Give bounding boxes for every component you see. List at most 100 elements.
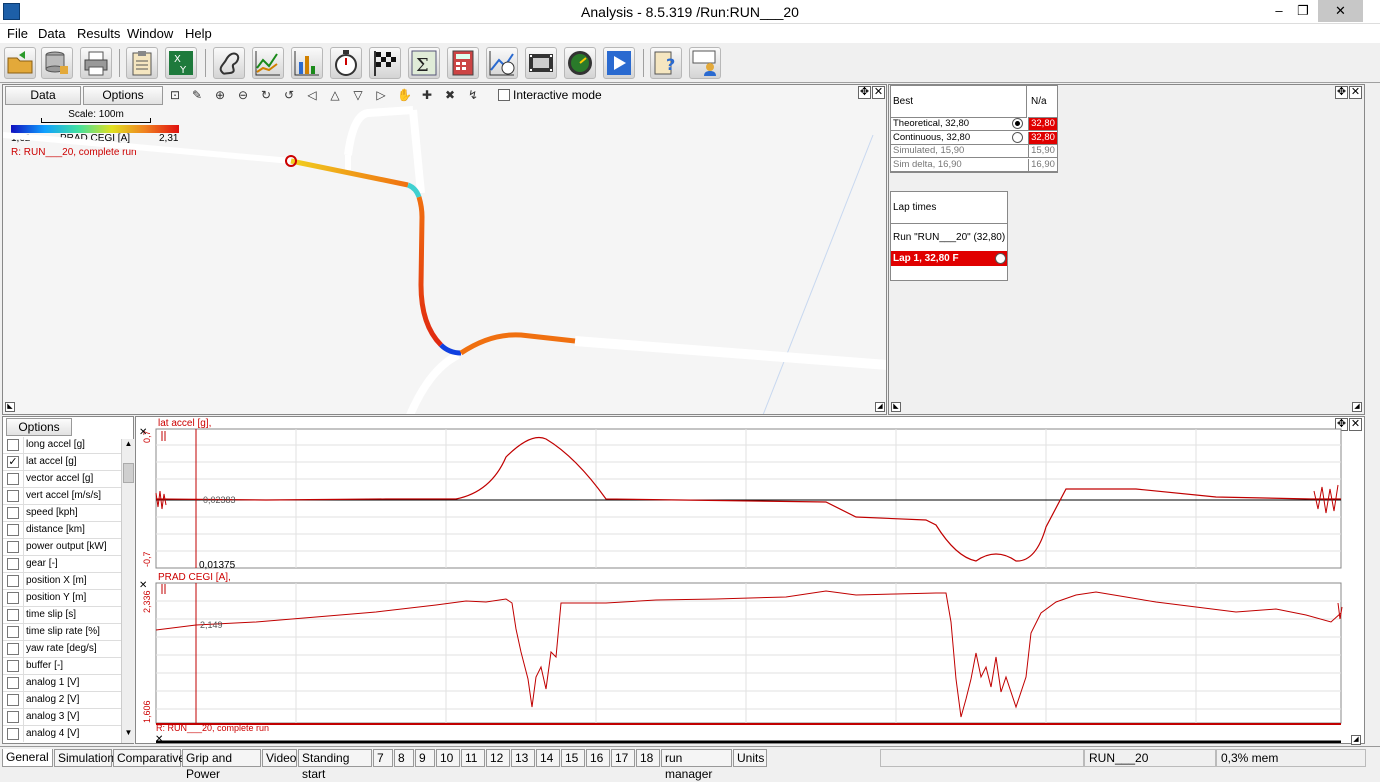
play-icon[interactable]	[603, 47, 635, 79]
tab-grip-and-power[interactable]: Grip and Power	[182, 749, 261, 781]
calculator-icon[interactable]	[447, 47, 479, 79]
signal-checkbox[interactable]	[7, 541, 19, 553]
signal-item[interactable]: speed [kph]	[3, 505, 121, 522]
graph-pane[interactable]: ✥ ✕ lat accel [g], PRAD CEGI [A], 0,7 -0…	[135, 416, 1365, 745]
signal-checkbox[interactable]	[7, 592, 19, 604]
signal-item[interactable]: time slip rate [%]	[3, 624, 121, 641]
signal-item[interactable]: ✓ lat accel [g]	[3, 454, 121, 471]
signal-checkbox[interactable]	[7, 558, 19, 570]
graph1-close-icon[interactable]: ✕	[139, 427, 147, 438]
signal-checkbox[interactable]	[7, 660, 19, 672]
chat-user-icon[interactable]	[689, 47, 721, 79]
signal-checkbox[interactable]	[7, 643, 19, 655]
tab-16[interactable]: 16	[586, 749, 610, 767]
signal-checkbox[interactable]	[7, 609, 19, 621]
tab-18[interactable]: 18	[636, 749, 660, 767]
signal-checkbox[interactable]	[7, 507, 19, 519]
signal-item[interactable]: analog 3 [V]	[3, 709, 121, 726]
tab-standing-start[interactable]: Standing start	[298, 749, 372, 781]
track-map-icon[interactable]	[213, 47, 245, 79]
scroll-down-icon[interactable]: ▼	[123, 728, 134, 742]
best-row[interactable]: Simulated, 15,90 15,90	[891, 145, 1057, 158]
graph2-close-icon[interactable]: ✕	[139, 580, 147, 591]
signal-checkbox[interactable]	[7, 677, 19, 689]
tab-8[interactable]: 8	[394, 749, 414, 767]
signal-item[interactable]: vert accel [m/s/s]	[3, 488, 121, 505]
database-icon[interactable]	[41, 47, 73, 79]
signal-checkbox[interactable]	[7, 711, 19, 723]
stopwatch-icon[interactable]	[330, 47, 362, 79]
move-pane-icon[interactable]: ✥	[1335, 86, 1348, 99]
maximize-button[interactable]: ❐	[1292, 0, 1314, 22]
signal-item[interactable]: analog 2 [V]	[3, 692, 121, 709]
menu-data[interactable]: Data	[38, 26, 65, 41]
resize-corner-icon[interactable]: ◣	[891, 402, 901, 412]
graph-axis-close-icon[interactable]: ✕	[155, 734, 163, 745]
track-map[interactable]	[3, 85, 886, 414]
tab-simulation[interactable]: Simulation	[54, 749, 114, 767]
tab-11[interactable]: 11	[461, 749, 485, 767]
signal-checkbox[interactable]	[7, 439, 19, 451]
signal-item[interactable]: long accel [g]	[3, 437, 121, 454]
signal-checkbox[interactable]	[7, 524, 19, 536]
signal-item[interactable]: buffer [-]	[3, 658, 121, 675]
signal-checkbox[interactable]	[7, 575, 19, 587]
video-film-icon[interactable]	[525, 47, 557, 79]
resize-corner-icon[interactable]: ◢	[1352, 402, 1362, 412]
menu-results[interactable]: Results	[77, 26, 120, 41]
tab-video[interactable]: Video	[262, 749, 297, 767]
signal-checkbox[interactable]	[7, 694, 19, 706]
clipboard-icon[interactable]	[126, 47, 158, 79]
signal-item[interactable]: analog 1 [V]	[3, 675, 121, 692]
tab-9[interactable]: 9	[415, 749, 435, 767]
signal-item[interactable]: gear [-]	[3, 556, 121, 573]
tab-7[interactable]: 7	[373, 749, 393, 767]
bar-chart-icon[interactable]	[291, 47, 323, 79]
signal-scrollbar[interactable]: ▲ ▼	[121, 439, 134, 743]
speedometer-icon[interactable]	[564, 47, 596, 79]
resize-corner-icon[interactable]: ◣	[5, 402, 15, 412]
signal-checkbox[interactable]: ✓	[7, 456, 19, 468]
signal-item[interactable]: time slip [s]	[3, 607, 121, 624]
signal-checkbox[interactable]	[7, 490, 19, 502]
best-row[interactable]: Theoretical, 32,80 32,80	[891, 118, 1057, 131]
signal-item[interactable]: position Y [m]	[3, 590, 121, 607]
xy-export-icon[interactable]: XY	[165, 47, 197, 79]
tab-general[interactable]: General	[2, 749, 53, 767]
tab-run-manager[interactable]: run manager	[661, 749, 732, 781]
tab-17[interactable]: 17	[611, 749, 635, 767]
best-row[interactable]: Sim delta, 16,90 16,90	[891, 158, 1057, 172]
graph-clock-icon[interactable]	[486, 47, 518, 79]
tab-units[interactable]: Units	[733, 749, 767, 767]
best-row[interactable]: Continuous, 32,80 32,80	[891, 131, 1057, 145]
menu-file[interactable]: File	[7, 26, 28, 41]
tab-15[interactable]: 15	[561, 749, 585, 767]
lap-radio[interactable]	[995, 253, 1006, 264]
tab-10[interactable]: 10	[436, 749, 460, 767]
signal-item[interactable]: position X [m]	[3, 573, 121, 590]
scroll-up-icon[interactable]: ▲	[123, 439, 134, 453]
signals-options-button[interactable]: Options	[6, 418, 72, 436]
signal-item[interactable]: distance [km]	[3, 522, 121, 539]
best-row-radio[interactable]	[1012, 131, 1023, 143]
close-pane-icon[interactable]: ✕	[1349, 86, 1362, 99]
signal-item[interactable]: vector accel [g]	[3, 471, 121, 488]
help-icon[interactable]: ?	[650, 47, 682, 79]
open-icon[interactable]	[4, 47, 36, 79]
menu-window[interactable]: Window	[127, 26, 173, 41]
signal-item[interactable]: yaw rate [deg/s]	[3, 641, 121, 658]
signal-checkbox[interactable]	[7, 626, 19, 638]
scroll-thumb[interactable]	[123, 463, 134, 483]
signal-checkbox[interactable]	[7, 473, 19, 485]
signal-item[interactable]: power output [kW]	[3, 539, 121, 556]
minimize-button[interactable]: –	[1268, 0, 1290, 22]
close-button[interactable]: ✕	[1318, 0, 1363, 22]
line-graph-icon[interactable]	[252, 47, 284, 79]
tab-14[interactable]: 14	[536, 749, 560, 767]
tab-13[interactable]: 13	[511, 749, 535, 767]
signal-graphs[interactable]	[136, 417, 1364, 743]
resize-corner-icon[interactable]: ◢	[875, 402, 885, 412]
signal-checkbox[interactable]	[7, 728, 19, 740]
resize-corner-icon[interactable]: ◢	[1351, 735, 1361, 745]
signal-item[interactable]: analog 4 [V]	[3, 726, 121, 742]
